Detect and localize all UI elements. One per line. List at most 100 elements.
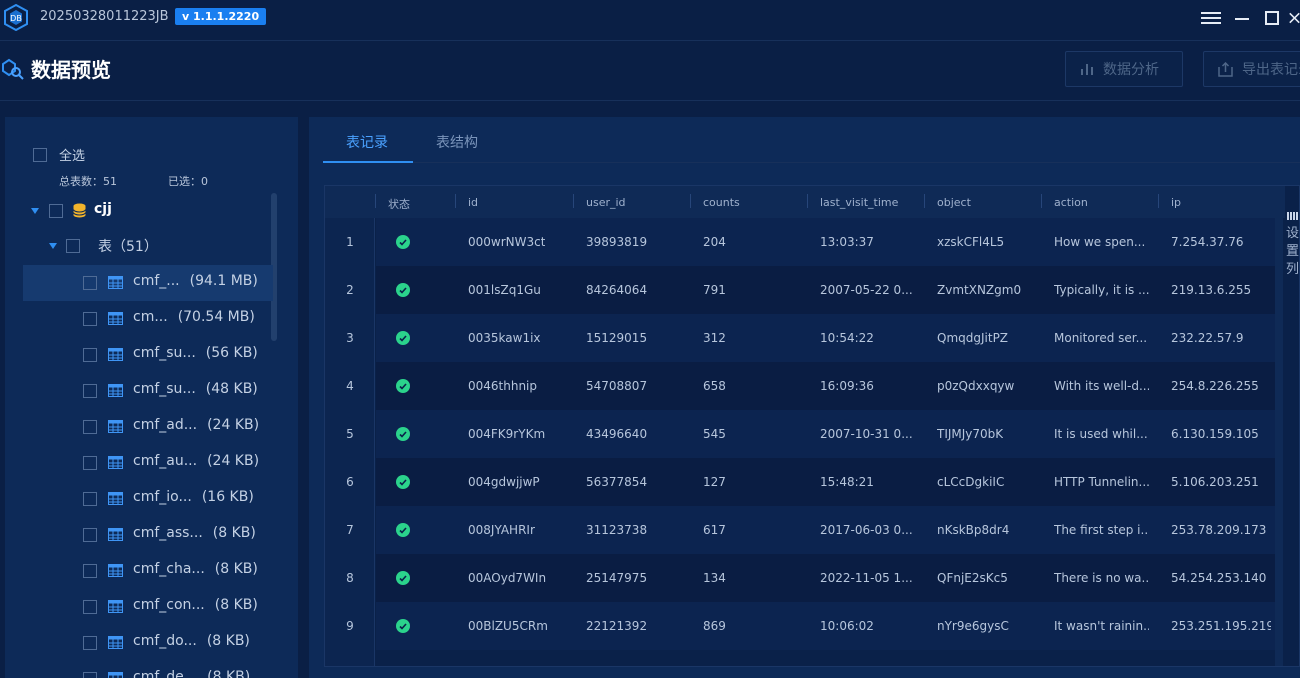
table-icon <box>108 564 123 577</box>
table-row[interactable]: 008JYAHRIr 31123738 617 2017-06-03 0... nKsk… <box>376 506 1275 554</box>
cell-id: 004FK9rYKm <box>468 427 546 441</box>
tab-structure[interactable]: 表结构 <box>436 132 478 152</box>
cell-object: xzskCFl4L5 <box>937 235 1005 249</box>
cell-counts: 617 <box>703 523 726 537</box>
tab-records[interactable]: 表记录 <box>346 132 388 152</box>
table-scrollbar[interactable] <box>1275 218 1283 666</box>
table-name: cmf_ad... <box>133 417 198 433</box>
cell-ip: 6.130.159.105 <box>1171 427 1259 441</box>
database-checkbox[interactable] <box>49 204 63 218</box>
table-checkbox[interactable] <box>83 312 97 326</box>
select-all-row[interactable]: 全选 <box>33 145 85 164</box>
table-row[interactable]: 000wrNW3ct 39893819 204 13:03:37 xzskCFl4L5 H… <box>376 218 1275 266</box>
sidebar-table-item[interactable]: cmf_... (94.1 MB) <box>23 265 273 301</box>
table-row[interactable]: 00AOyd7WIn 25147975 134 2022-11-05 1... QFnj… <box>376 554 1275 602</box>
sidebar-table-item[interactable]: cmf_su... (56 KB) <box>5 337 277 373</box>
settings-char-1: 设 <box>1286 226 1300 241</box>
status-ok-icon <box>396 475 410 489</box>
column-header[interactable]: action <box>1054 196 1088 209</box>
cell-id: 0046thhnip <box>468 379 538 393</box>
column-header[interactable]: user_id <box>586 196 626 209</box>
table-header: 状态 id user_id counts last_visit_time object ac… <box>325 186 1285 218</box>
cell-object: nKskBp8dr4 <box>937 523 1010 537</box>
app-logo-icon: DB <box>4 4 28 31</box>
table-row[interactable]: 0046thhnip 54708807 658 16:09:36 p0zQdxxqyw W… <box>376 362 1275 410</box>
export-records-label: 导出表记录 <box>1242 62 1300 78</box>
sidebar-table-item[interactable]: cmf_do... (8 KB) <box>5 625 277 661</box>
sidebar-table-item[interactable]: cmf_cha... (8 KB) <box>5 553 277 589</box>
expand-arrow-icon[interactable] <box>31 208 39 214</box>
close-icon[interactable] <box>1289 8 1300 28</box>
column-header[interactable]: last_visit_time <box>820 196 898 209</box>
maximize-icon[interactable] <box>1262 8 1282 28</box>
cell-object: QFnjE2sKc5 <box>937 571 1008 585</box>
table-checkbox[interactable] <box>83 420 97 434</box>
row-index: 5 <box>346 427 354 441</box>
column-header[interactable]: object <box>937 196 971 209</box>
status-ok-icon <box>396 427 410 441</box>
sidebar-table-item[interactable]: cmf_ad... (24 KB) <box>5 409 277 445</box>
sidebar-table-item[interactable]: cmf_ass... (8 KB) <box>5 517 277 553</box>
cell-id: 00BlZU5CRm <box>468 619 548 633</box>
table-row[interactable]: 00BlZU5CRm 22121392 869 10:06:02 nYr9e6gysC I… <box>376 602 1275 650</box>
column-header[interactable]: ip <box>1171 196 1181 209</box>
table-group-checkbox[interactable] <box>66 239 80 253</box>
column-divider <box>455 194 456 208</box>
data-analysis-button[interactable]: 数据分析 <box>1065 51 1183 87</box>
table-checkbox[interactable] <box>83 564 97 578</box>
table-icon <box>108 600 123 613</box>
columns-icon <box>1287 212 1298 220</box>
cell-counts: 791 <box>703 283 726 297</box>
cell-user-id: 43496640 <box>586 427 648 441</box>
menu-icon[interactable] <box>1201 8 1221 28</box>
export-records-button[interactable]: 导出表记录 <box>1203 51 1300 87</box>
svg-text:DB: DB <box>10 14 22 23</box>
table-checkbox[interactable] <box>83 276 97 290</box>
sidebar-table-item[interactable]: cmf_con... (8 KB) <box>5 589 277 625</box>
cell-counts: 869 <box>703 619 726 633</box>
column-divider <box>375 194 376 208</box>
sidebar-table-item[interactable]: cm... (70.54 MB) <box>5 301 277 337</box>
database-icon <box>73 203 86 218</box>
column-header[interactable]: counts <box>703 196 740 209</box>
column-divider <box>690 194 691 208</box>
row-index: 9 <box>346 619 354 633</box>
sidebar-table-item[interactable]: cmf_io... (16 KB) <box>5 481 277 517</box>
row-index: 3 <box>346 331 354 345</box>
table-checkbox[interactable] <box>83 636 97 650</box>
cell-object: nYr9e6gysC <box>937 619 1009 633</box>
tree-table-group[interactable]: 表（51） <box>5 228 277 264</box>
title-bar: DB 20250328011223JB v 1.1.1.2220 <box>0 0 1300 36</box>
version-badge: v 1.1.1.2220 <box>175 8 267 25</box>
expand-arrow-icon[interactable] <box>49 243 57 249</box>
table-name: cmf_ass... <box>133 525 203 541</box>
table-checkbox[interactable] <box>83 600 97 614</box>
row-index: 1 <box>346 235 354 249</box>
table-size: (24 KB) <box>207 453 260 469</box>
column-header[interactable]: id <box>468 196 478 209</box>
sidebar-table-item[interactable]: cmf_au... (24 KB) <box>5 445 277 481</box>
table-checkbox[interactable] <box>83 528 97 542</box>
cell-last-visit-time: 2017-06-03 0... <box>820 523 913 537</box>
sidebar-table-item[interactable]: cmf_su... (48 KB) <box>5 373 277 409</box>
table-checkbox[interactable] <box>83 492 97 506</box>
table-checkbox[interactable] <box>83 672 97 678</box>
table-row[interactable]: 004FK9rYKm 43496640 545 2007-10-31 0... TIJM… <box>376 410 1275 458</box>
cell-user-id: 31123738 <box>586 523 648 537</box>
table-checkbox[interactable] <box>83 348 97 362</box>
table-size: (8 KB) <box>214 597 258 613</box>
cell-action: How we spen... <box>1054 235 1146 249</box>
table-row[interactable]: 0035kaw1ix 15129015 312 10:54:22 QmqdgJitPZ M… <box>376 314 1275 362</box>
table-row[interactable]: 001lsZq1Gu 84264064 791 2007-05-22 0... Zvmt… <box>376 266 1275 314</box>
tree-database-cjj[interactable]: cjj <box>5 193 277 229</box>
column-header[interactable]: 状态 <box>388 196 410 212</box>
minimize-icon[interactable] <box>1232 8 1252 28</box>
table-checkbox[interactable] <box>83 456 97 470</box>
table-row[interactable]: 004gdwjjwP 56377854 127 15:48:21 cLCcDgkiIC H… <box>376 458 1275 506</box>
column-divider <box>1158 194 1159 208</box>
select-all-checkbox[interactable] <box>33 147 47 162</box>
settings-char-2: 置 <box>1286 244 1300 259</box>
column-settings-strip[interactable]: 设 置 列 <box>1286 210 1300 279</box>
table-checkbox[interactable] <box>83 384 97 398</box>
sidebar-table-item[interactable]: cmf_de... (8 KB) <box>5 661 277 678</box>
